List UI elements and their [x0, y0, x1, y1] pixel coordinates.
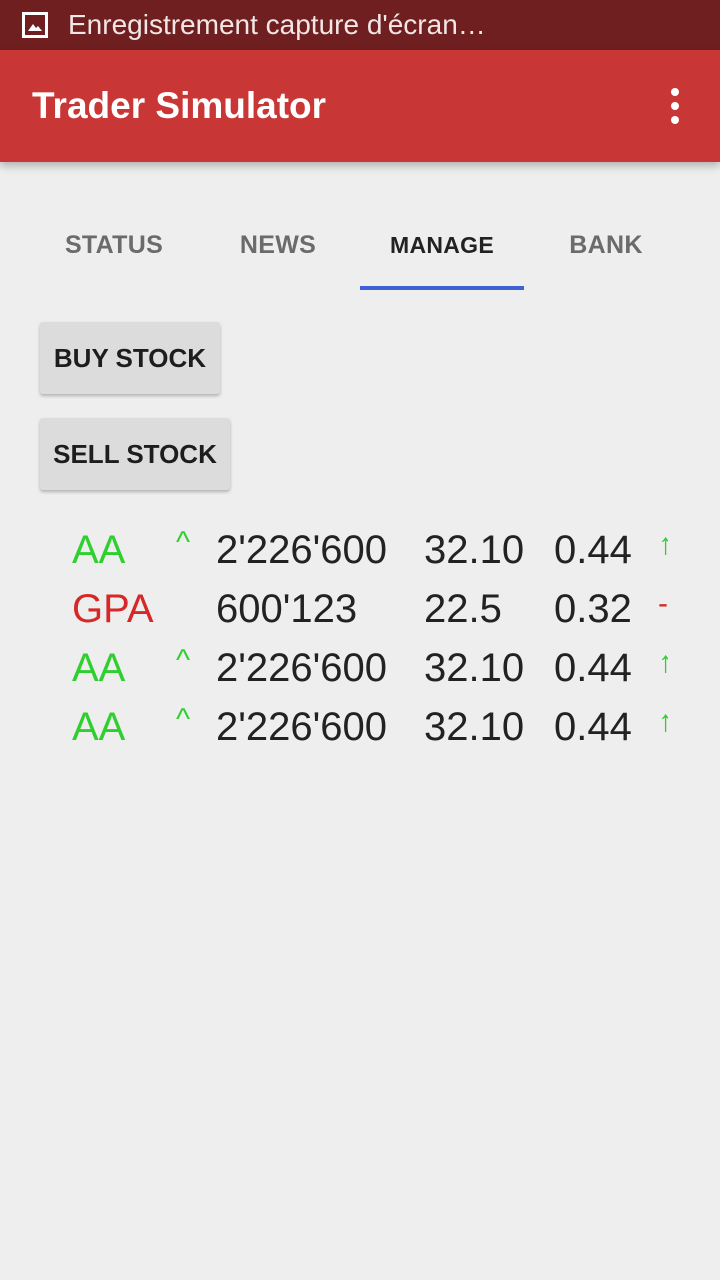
stock-row[interactable]: AA ^ 2'226'600 32.10 0.44 ↑ — [0, 522, 668, 580]
tab-news[interactable]: NEWS — [196, 200, 360, 290]
status-bar: Enregistrement capture d'écran… — [0, 0, 720, 50]
tab-bar: STATUS NEWS MANAGE BANK — [32, 200, 688, 290]
trend-up-icon: ↑ — [658, 528, 668, 561]
tab-manage[interactable]: MANAGE — [360, 200, 524, 290]
stock-change: 0.44 — [554, 705, 632, 749]
stock-symbol: AA — [72, 528, 126, 572]
stock-change: 0.32 — [554, 587, 632, 631]
app-title: Trader Simulator — [32, 85, 327, 126]
stock-volume: 2'226'600 — [216, 528, 387, 572]
buy-stock-button[interactable]: BUY STOCK — [40, 322, 220, 394]
tab-bank[interactable]: BANK — [524, 200, 688, 290]
trend-up-icon: ↑ — [658, 646, 668, 679]
stock-arrow: ^ — [176, 526, 191, 559]
stock-row[interactable]: AA ^ 2'226'600 32.10 0.44 ↑ — [0, 640, 668, 698]
trend-up-icon: ↑ — [658, 705, 668, 738]
stock-price: 32.10 — [424, 528, 525, 572]
stock-row[interactable]: AA ^ 2'226'600 32.10 0.44 ↑ — [0, 699, 668, 757]
stock-volume: 600'123 — [216, 587, 358, 631]
stock-row[interactable]: GPA 600'123 22.5 0.32 - — [0, 581, 668, 639]
stock-symbol: GPA — [72, 587, 154, 631]
stock-volume: 2'226'600 — [216, 705, 387, 749]
stock-change: 0.44 — [554, 528, 632, 572]
stock-arrow: ^ — [176, 703, 191, 736]
notification-text: Enregistrement capture d'écran… — [68, 9, 486, 40]
menu-dot — [671, 116, 679, 124]
stock-symbol: AA — [72, 646, 126, 690]
stock-list: AA ^ 2'226'600 32.10 0.44 ↑ GPA 600'123 … — [0, 522, 668, 762]
sell-stock-button[interactable]: SELL STOCK — [40, 418, 230, 490]
stock-arrow: ^ — [176, 644, 191, 677]
app-bar: Trader Simulator — [0, 50, 720, 162]
stock-price: 32.10 — [424, 705, 525, 749]
stock-volume: 2'226'600 — [216, 646, 387, 690]
tab-status[interactable]: STATUS — [32, 200, 196, 290]
stock-symbol: AA — [72, 705, 126, 749]
more-vert-icon[interactable] — [668, 88, 682, 124]
menu-dot — [671, 88, 679, 96]
trend-down-icon: - — [658, 587, 668, 620]
image-icon — [22, 12, 48, 38]
stock-change: 0.44 — [554, 646, 632, 690]
stock-price: 22.5 — [424, 587, 502, 631]
stock-price: 32.10 — [424, 646, 525, 690]
menu-dot — [671, 102, 679, 110]
